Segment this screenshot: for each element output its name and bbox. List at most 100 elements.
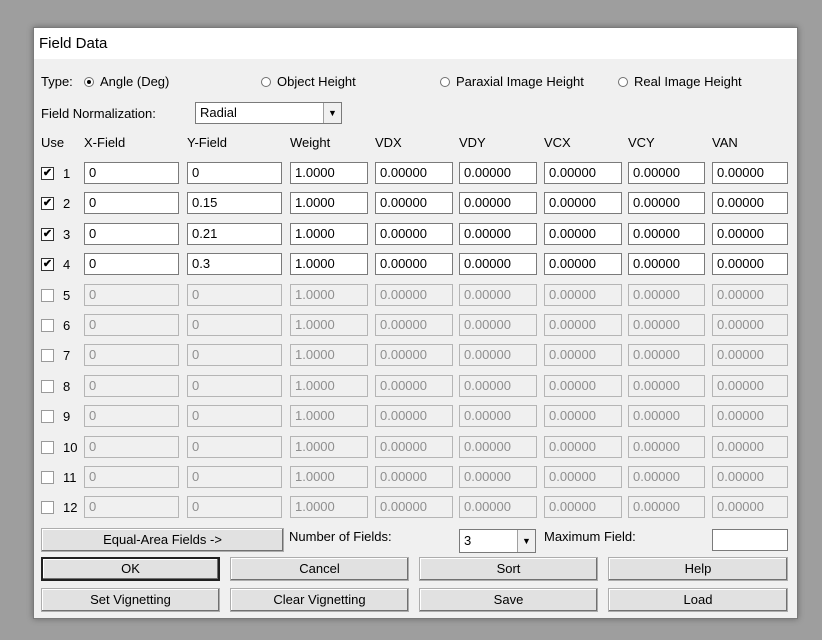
use-checkbox[interactable]: ✔ (41, 227, 54, 241)
vcy-input[interactable]: 0.00000 (628, 496, 705, 519)
vdy-input[interactable]: 0.00000 (459, 192, 537, 215)
vdx-input[interactable]: 0.00000 (375, 435, 453, 458)
use-checkbox[interactable] (41, 410, 54, 424)
use-checkbox[interactable] (41, 501, 54, 515)
vcx-input[interactable]: 0.00000 (544, 435, 622, 458)
van-input[interactable]: 0.00000 (712, 162, 788, 184)
weight-input[interactable]: 1.0000 (290, 253, 368, 276)
use-checkbox[interactable] (41, 379, 54, 393)
x-field-input[interactable]: 0 (84, 162, 179, 184)
help-button[interactable]: Help (608, 557, 788, 581)
use-checkbox[interactable] (41, 319, 54, 332)
van-input[interactable]: 0.00000 (712, 344, 788, 367)
vcx-input[interactable]: 0.00000 (544, 192, 622, 215)
van-input[interactable]: 0.00000 (712, 192, 788, 215)
x-field-input[interactable]: 0 (84, 496, 179, 519)
x-field-input[interactable]: 0 (84, 192, 179, 215)
vdy-input[interactable]: 0.00000 (459, 253, 537, 276)
vcx-input[interactable]: 0.00000 (544, 222, 622, 245)
equal-area-fields-button[interactable]: Equal-Area Fields -> (41, 528, 284, 552)
clear-vignetting-button[interactable]: Clear Vignetting (230, 588, 409, 612)
vdy-input[interactable]: 0.00000 (459, 222, 537, 245)
vcy-input[interactable]: 0.00000 (628, 162, 705, 184)
van-input[interactable]: 0.00000 (712, 283, 788, 306)
y-field-input[interactable]: 0 (187, 435, 282, 458)
weight-input[interactable]: 1.0000 (290, 435, 368, 458)
van-input[interactable]: 0.00000 (712, 466, 788, 488)
weight-input[interactable]: 1.0000 (290, 344, 368, 367)
vcx-input[interactable]: 0.00000 (544, 466, 622, 488)
vcx-input[interactable]: 0.00000 (544, 405, 622, 428)
x-field-input[interactable]: 0 (84, 466, 179, 488)
y-field-input[interactable]: 0 (187, 344, 282, 367)
van-input[interactable]: 0.00000 (712, 314, 788, 336)
vcx-input[interactable]: 0.00000 (544, 374, 622, 397)
y-field-input[interactable]: 0 (187, 314, 282, 336)
chevron-down-icon[interactable]: ▼ (517, 530, 535, 552)
van-input[interactable]: 0.00000 (712, 405, 788, 428)
weight-input[interactable]: 1.0000 (290, 283, 368, 306)
vdx-input[interactable]: 0.00000 (375, 405, 453, 428)
vdx-input[interactable]: 0.00000 (375, 283, 453, 306)
use-checkbox[interactable] (41, 440, 54, 454)
vdy-input[interactable]: 0.00000 (459, 405, 537, 428)
van-input[interactable]: 0.00000 (712, 253, 788, 276)
vcx-input[interactable]: 0.00000 (544, 344, 622, 367)
y-field-input[interactable]: 0 (187, 496, 282, 519)
vcx-input[interactable]: 0.00000 (544, 496, 622, 519)
load-button[interactable]: Load (608, 588, 788, 612)
vcx-input[interactable]: 0.00000 (544, 162, 622, 184)
van-input[interactable]: 0.00000 (712, 435, 788, 458)
weight-input[interactable]: 1.0000 (290, 314, 368, 336)
vcy-input[interactable]: 0.00000 (628, 344, 705, 367)
y-field-input[interactable]: 0 (187, 374, 282, 397)
x-field-input[interactable]: 0 (84, 405, 179, 428)
use-checkbox[interactable] (41, 349, 54, 363)
x-field-input[interactable]: 0 (84, 253, 179, 276)
vcy-input[interactable]: 0.00000 (628, 222, 705, 245)
vdy-input[interactable]: 0.00000 (459, 162, 537, 184)
vdy-input[interactable]: 0.00000 (459, 283, 537, 306)
vcy-input[interactable]: 0.00000 (628, 283, 705, 306)
vcy-input[interactable]: 0.00000 (628, 435, 705, 458)
ok-button[interactable]: OK (41, 557, 220, 581)
weight-input[interactable]: 1.0000 (290, 192, 368, 215)
radio-real-image-height[interactable]: Real Image Height (618, 74, 742, 89)
vcx-input[interactable]: 0.00000 (544, 283, 622, 306)
vdx-input[interactable]: 0.00000 (375, 496, 453, 519)
van-input[interactable]: 0.00000 (712, 496, 788, 519)
weight-input[interactable]: 1.0000 (290, 496, 368, 519)
chevron-down-icon[interactable]: ▼ (323, 103, 341, 123)
vdx-input[interactable]: 0.00000 (375, 222, 453, 245)
field-normalization-select[interactable]: Radial ▼ (195, 102, 342, 124)
x-field-input[interactable]: 0 (84, 374, 179, 397)
vdx-input[interactable]: 0.00000 (375, 192, 453, 215)
van-input[interactable]: 0.00000 (712, 222, 788, 245)
y-field-input[interactable]: 0.21 (187, 222, 282, 245)
y-field-input[interactable]: 0 (187, 283, 282, 306)
x-field-input[interactable]: 0 (84, 314, 179, 336)
vdy-input[interactable]: 0.00000 (459, 314, 537, 336)
vcy-input[interactable]: 0.00000 (628, 253, 705, 276)
x-field-input[interactable]: 0 (84, 222, 179, 245)
use-checkbox[interactable]: ✔ (41, 258, 54, 272)
cancel-button[interactable]: Cancel (230, 557, 409, 581)
vdx-input[interactable]: 0.00000 (375, 314, 453, 336)
use-checkbox[interactable] (41, 471, 54, 484)
vdy-input[interactable]: 0.00000 (459, 374, 537, 397)
y-field-input[interactable]: 0 (187, 466, 282, 488)
vcx-input[interactable]: 0.00000 (544, 314, 622, 336)
sort-button[interactable]: Sort (419, 557, 598, 581)
vdx-input[interactable]: 0.00000 (375, 466, 453, 488)
maximum-field-input[interactable] (712, 529, 788, 551)
weight-input[interactable]: 1.0000 (290, 222, 368, 245)
x-field-input[interactable]: 0 (84, 344, 179, 367)
use-checkbox[interactable]: ✔ (41, 167, 54, 180)
y-field-input[interactable]: 0.15 (187, 192, 282, 215)
number-of-fields-select[interactable]: 3 ▼ (459, 529, 536, 553)
y-field-input[interactable]: 0 (187, 405, 282, 428)
x-field-input[interactable]: 0 (84, 435, 179, 458)
set-vignetting-button[interactable]: Set Vignetting (41, 588, 220, 612)
vdx-input[interactable]: 0.00000 (375, 374, 453, 397)
vdy-input[interactable]: 0.00000 (459, 344, 537, 367)
